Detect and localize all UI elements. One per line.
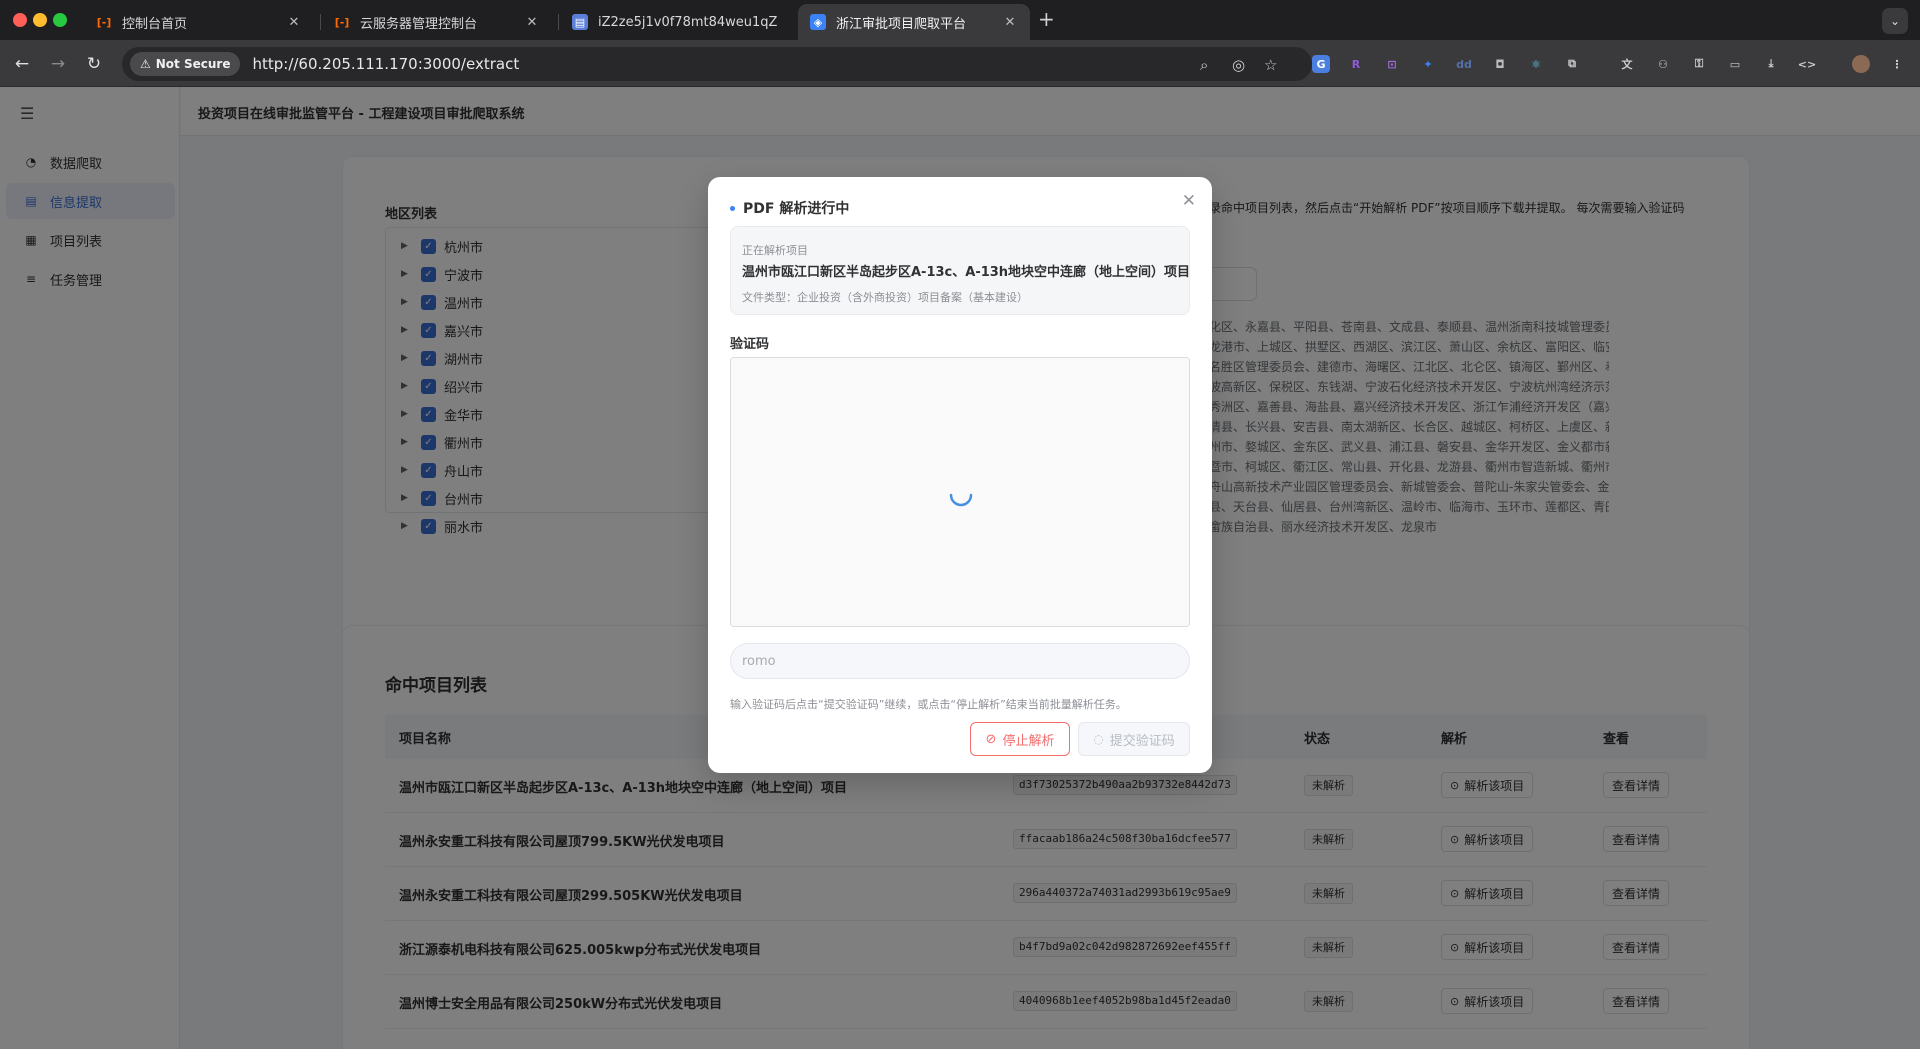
status-dot-icon [730, 205, 735, 211]
close-tab-icon[interactable]: ✕ [286, 15, 302, 30]
reload-icon[interactable]: ↻ [82, 52, 106, 76]
close-window-button[interactable] [13, 13, 27, 27]
url-text[interactable]: http://60.205.111.170:3000/extract [252, 55, 519, 73]
dialog-title-text: PDF 解析进行中 [743, 201, 850, 217]
browser-toolbar: ← → ↻ ⚠ Not Secure http://60.205.111.170… [0, 40, 1920, 87]
download-icon[interactable]: ⤓ [1762, 55, 1780, 73]
loading-spinner-icon [949, 493, 973, 507]
close-tab-icon[interactable]: ✕ [524, 15, 540, 30]
browser-menu-icon[interactable]: ⋮ [1888, 55, 1906, 73]
aliyun-icon: [-] [334, 15, 350, 29]
address-bar[interactable]: ⚠ Not Secure http://60.205.111.170:3000/… [122, 47, 1312, 81]
stop-parse-button[interactable]: ⊘ 停止解析 [970, 722, 1070, 756]
password-key-icon[interactable]: ⚿ [1690, 55, 1708, 73]
captcha-label: 验证码 [730, 337, 770, 352]
browser-tab-bar: [-] 控制台首页 ✕ [-] 云服务器管理控制台 ✕ ▤ iZ2ze5j1v0… [0, 0, 1920, 40]
browser-tab-1[interactable]: [-] 控制台首页 ✕ [84, 4, 314, 40]
not-secure-label: Not Secure [155, 57, 231, 71]
tab-title: iZ2ze5j1v0f78mt84weu1qZ - [598, 14, 778, 30]
browser-tab-2[interactable]: [-] 云服务器管理控制台 ✕ [322, 4, 552, 40]
tab-title: 控制台首页 [122, 16, 188, 32]
puzzle-extension-icon[interactable]: ✦ [1419, 55, 1437, 73]
file-type: 文件类型：企业投资（含外商投资）项目备案（基本建设） [742, 291, 1028, 304]
app-icon: ◈ [810, 14, 826, 30]
zoom-icon[interactable]: ⌕ [1200, 56, 1208, 74]
captcha-image-area [730, 357, 1190, 627]
bookmark-star-icon[interactable]: ☆ [1264, 56, 1277, 74]
hide-icon[interactable]: ◎ [1232, 56, 1245, 74]
reader-extension-icon[interactable]: R [1347, 55, 1365, 73]
tab-separator [320, 14, 321, 30]
dialog-title: PDF 解析进行中 [730, 198, 849, 218]
capture-extension-icon[interactable]: ⊡ [1383, 55, 1401, 73]
server-icon: ▤ [572, 14, 588, 30]
loading-icon: ◌ [1093, 732, 1104, 746]
close-tab-icon[interactable]: ✕ [1002, 15, 1018, 30]
pdf-parse-dialog: PDF 解析进行中 ✕ 正在解析项目 温州市瓯江口新区半岛起步区A-13c、A-… [708, 177, 1212, 773]
tab-separator [558, 14, 559, 30]
browser-tab-4-active[interactable]: ◈ 浙江审批项目爬取平台 ✕ [798, 4, 1030, 40]
minimize-window-button[interactable] [33, 13, 47, 27]
parsing-project-info: 正在解析项目 温州市瓯江口新区半岛起步区A-13c、A-13h地块空中连廊（地上… [730, 226, 1190, 315]
profile-avatar[interactable] [1852, 55, 1870, 73]
dd-extension-icon[interactable]: dd [1455, 55, 1473, 73]
tab-search-icon[interactable]: ⌄ [1882, 8, 1908, 34]
close-icon[interactable]: ✕ [1182, 191, 1196, 211]
app-viewport: ☰ ◔ 数据爬取 ▤ 信息提取 ▦ 项目列表 ≡ 任务管理 投资项目在线审批监管… [0, 87, 1920, 1049]
translate-page-icon[interactable]: 文 [1618, 55, 1636, 73]
stop-label: 停止解析 [1002, 733, 1055, 749]
browser-tab-3[interactable]: ▤ iZ2ze5j1v0f78mt84weu1qZ - [560, 4, 790, 40]
react-devtools-icon[interactable]: ⚛ [1527, 55, 1545, 73]
incognito-icon[interactable]: ⚇ [1654, 55, 1672, 73]
new-tab-icon[interactable]: + [1038, 9, 1055, 29]
back-icon[interactable]: ← [10, 52, 34, 76]
stop-icon: ⊘ [985, 731, 997, 747]
tab-title: 浙江审批项目爬取平台 [836, 16, 967, 32]
parsing-label: 正在解析项目 [742, 244, 808, 257]
warning-icon: ⚠ [140, 57, 151, 71]
maximize-window-button[interactable] [53, 13, 67, 27]
captcha-input[interactable] [730, 643, 1190, 679]
translate-extension-icon[interactable]: G [1312, 55, 1330, 73]
forward-icon[interactable]: → [46, 52, 70, 76]
extensions-icon[interactable]: ⧉ [1563, 55, 1581, 73]
submit-captcha-button[interactable]: ◌ 提交验证码 [1078, 722, 1190, 756]
parsing-project-name: 温州市瓯江口新区半岛起步区A-13c、A-13h地块空中连廊（地上空间）项目 [742, 265, 1191, 280]
submit-label: 提交验证码 [1109, 733, 1175, 749]
captcha-hint: 输入验证码后点击“提交验证码”继续，或点击“停止解析”结束当前批量解析任务。 [730, 698, 1127, 711]
devtools-icon[interactable]: <> [1798, 55, 1816, 73]
tab-title: 云服务器管理控制台 [360, 16, 478, 32]
security-chip[interactable]: ⚠ Not Secure [130, 52, 241, 76]
camera-extension-icon[interactable]: ◘ [1491, 55, 1509, 73]
aliyun-icon: [-] [96, 15, 112, 29]
payment-card-icon[interactable]: ▭ [1726, 55, 1744, 73]
